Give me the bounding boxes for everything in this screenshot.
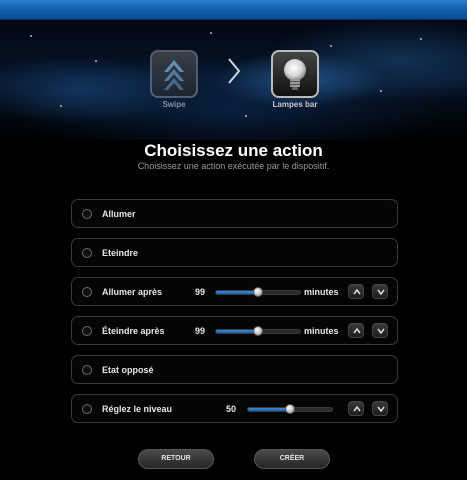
create-button[interactable]: CRÉER bbox=[254, 449, 330, 469]
wizard-step-lampes-bar-label: Lampes bar bbox=[272, 100, 318, 109]
delay-unit: minutes bbox=[304, 326, 339, 336]
level-value: 50 bbox=[226, 404, 237, 414]
increment-button[interactable] bbox=[348, 401, 364, 416]
chevron-down-icon bbox=[377, 406, 385, 412]
delay-value: 99 bbox=[195, 326, 206, 336]
option-allumer[interactable]: Allumer bbox=[71, 199, 398, 228]
level-slider[interactable] bbox=[247, 404, 333, 414]
wizard-step-lampes-bar[interactable] bbox=[271, 50, 319, 98]
decrement-button[interactable] bbox=[372, 401, 388, 416]
option-radio[interactable] bbox=[82, 326, 92, 336]
chevron-right-icon bbox=[228, 58, 241, 84]
option-label: Réglez le niveau bbox=[102, 404, 173, 414]
option-label: Éteindre après bbox=[102, 326, 165, 336]
decrement-button[interactable] bbox=[372, 284, 388, 299]
banner-star bbox=[210, 32, 212, 34]
banner-star bbox=[420, 38, 422, 40]
banner-star bbox=[330, 45, 332, 47]
back-button[interactable]: RETOUR bbox=[138, 449, 214, 469]
page-subtitle: Choisissez une action exécutée par le di… bbox=[137, 161, 330, 171]
banner-star bbox=[60, 105, 62, 107]
wizard-banner: Swipe Lampes bar bbox=[0, 20, 467, 140]
slider-fill bbox=[216, 291, 258, 294]
delay-slider[interactable] bbox=[215, 326, 301, 336]
option-eteindre-apres[interactable]: Éteindre après 99 minutes bbox=[71, 316, 398, 345]
banner-star bbox=[245, 115, 247, 117]
delay-slider[interactable] bbox=[215, 287, 301, 297]
delay-unit: minutes bbox=[304, 287, 339, 297]
chevron-up-icon bbox=[353, 328, 361, 334]
increment-button[interactable] bbox=[348, 284, 364, 299]
chevron-up-icon bbox=[353, 406, 361, 412]
swipe-arrows-icon bbox=[164, 60, 184, 90]
slider-knob[interactable] bbox=[253, 287, 263, 297]
delay-value: 99 bbox=[195, 287, 206, 297]
option-eteindre[interactable]: Eteindre bbox=[71, 238, 398, 267]
option-label: Etat opposé bbox=[102, 365, 154, 375]
option-allumer-apres[interactable]: Allumer après 99 minutes bbox=[71, 277, 398, 306]
chevron-down-icon bbox=[377, 289, 385, 295]
increment-button[interactable] bbox=[348, 323, 364, 338]
slider-knob[interactable] bbox=[253, 326, 263, 336]
banner-star bbox=[30, 35, 32, 37]
light-bulb-icon bbox=[284, 59, 306, 90]
slider-knob[interactable] bbox=[285, 404, 295, 414]
slider-fill bbox=[248, 408, 290, 411]
page-title: Choisissez une action bbox=[144, 141, 323, 160]
option-radio[interactable] bbox=[82, 365, 92, 375]
option-etat-oppose[interactable]: Etat opposé bbox=[71, 355, 398, 384]
option-radio[interactable] bbox=[82, 209, 92, 219]
slider-fill bbox=[216, 330, 258, 333]
top-title-bar bbox=[0, 0, 467, 20]
option-label: Allumer bbox=[102, 209, 136, 219]
banner-star bbox=[95, 60, 97, 62]
option-radio[interactable] bbox=[82, 287, 92, 297]
chevron-up-icon bbox=[353, 289, 361, 295]
option-radio[interactable] bbox=[82, 404, 92, 414]
option-label: Eteindre bbox=[102, 248, 139, 258]
decrement-button[interactable] bbox=[372, 323, 388, 338]
option-radio[interactable] bbox=[82, 248, 92, 258]
chevron-down-icon bbox=[377, 328, 385, 334]
option-reglez-niveau[interactable]: Réglez le niveau 50 bbox=[71, 394, 398, 423]
option-label: Allumer après bbox=[102, 287, 163, 297]
wizard-step-swipe-label: Swipe bbox=[162, 100, 186, 109]
wizard-step-swipe[interactable] bbox=[150, 50, 198, 98]
banner-star bbox=[380, 90, 382, 92]
